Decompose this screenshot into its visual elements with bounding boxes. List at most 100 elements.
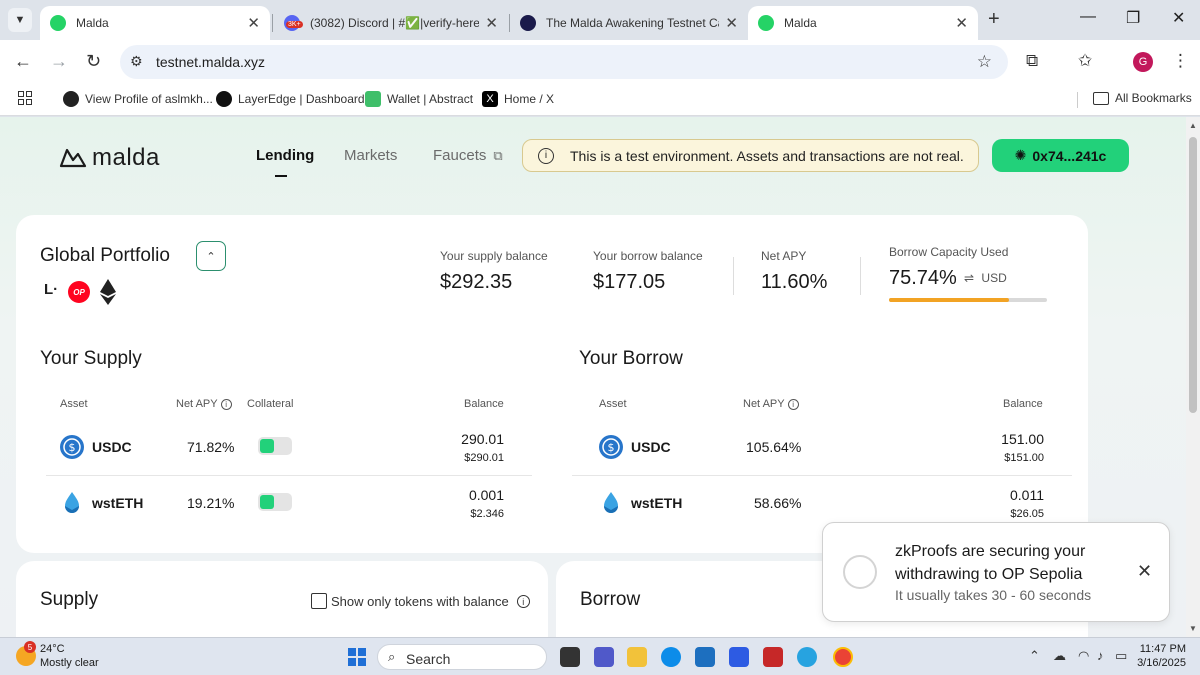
file-explorer-icon[interactable] — [627, 647, 647, 667]
onedrive-icon[interactable]: ☁ — [1053, 648, 1066, 664]
row-divider — [572, 475, 1072, 476]
scrollbar-thumb[interactable] — [1189, 137, 1197, 413]
supply-header-collateral: Collateral — [247, 398, 294, 410]
collateral-toggle[interactable] — [258, 493, 292, 511]
address-bar[interactable]: ⚙ testnet.malda.xyz ☆ — [120, 45, 1008, 79]
page-scrollbar[interactable]: ▲ ▼ — [1186, 117, 1200, 637]
mcafee-icon[interactable] — [763, 647, 783, 667]
tab-close-icon[interactable]: ✕ — [955, 14, 968, 32]
stat-divider — [733, 257, 734, 295]
taskbar-search[interactable]: ⌕ Search — [377, 644, 547, 670]
tab-malda-awakening[interactable]: The Malda Awakening Testnet Car ✕ — [510, 6, 748, 40]
bookmarks-list-icon[interactable]: ✩ — [1078, 51, 1092, 71]
telegram-icon[interactable] — [797, 647, 817, 667]
asset-balance: 151.00 — [1001, 431, 1044, 447]
chevrons-up-icon: ⌃ — [206, 250, 216, 263]
tab-malda-2[interactable]: Malda ✕ — [748, 6, 978, 40]
bookmark-x-home[interactable]: X Home / X — [482, 91, 554, 107]
row-divider — [46, 475, 532, 476]
show-balance-checkbox[interactable] — [311, 593, 327, 609]
app-icon[interactable] — [729, 647, 749, 667]
system-clock[interactable]: 11:47 PM 3/16/2025 — [1130, 643, 1186, 669]
nav-faucets-label: Faucets — [433, 147, 487, 164]
site-info-icon[interactable]: ⚙ — [130, 53, 143, 70]
info-icon[interactable]: i — [516, 594, 530, 608]
window-close-icon[interactable]: ✕ — [1172, 8, 1185, 28]
task-view-icon[interactable] — [560, 647, 580, 667]
asset-name: USDC — [631, 439, 671, 455]
borrow-header-balance: Balance — [1003, 398, 1043, 410]
x-favicon-icon: X — [482, 91, 498, 107]
tab-divider — [272, 14, 273, 32]
supply-header-apy: Net APY i — [176, 398, 232, 410]
tab-close-icon[interactable]: ✕ — [725, 14, 738, 32]
malda-logo[interactable]: malda — [58, 144, 160, 172]
borrow-capacity-bar — [889, 298, 1047, 302]
tab-close-icon[interactable]: ✕ — [247, 14, 260, 32]
bookmark-layeredge[interactable]: LayerEdge | Dashboard — [216, 91, 365, 107]
show-balance-filter[interactable]: Show only tokens with balance i — [311, 593, 530, 609]
profile-avatar[interactable]: G — [1133, 52, 1153, 72]
extensions-icon[interactable]: ⧉ — [1026, 51, 1038, 71]
restore-icon[interactable]: ❐ — [1126, 8, 1140, 28]
asset-apy: 19.21% — [187, 495, 235, 511]
battery-icon[interactable]: ▭ — [1115, 648, 1127, 664]
asset-apy: 58.66% — [754, 495, 802, 511]
teams-icon[interactable] — [594, 647, 614, 667]
url-text[interactable]: testnet.malda.xyz — [156, 54, 265, 70]
wallet-button[interactable]: ✺ 0x74...241c — [992, 139, 1129, 172]
info-icon[interactable]: i — [220, 399, 232, 410]
volume-icon[interactable]: ♪ — [1097, 648, 1104, 663]
bookmark-abstract-wallet[interactable]: Wallet | Abstract — [365, 91, 473, 107]
supply-title: Supply — [40, 589, 99, 610]
borrow-title: Borrow — [580, 589, 641, 610]
toast-close-icon[interactable]: ✕ — [1137, 561, 1152, 582]
collateral-toggle[interactable] — [258, 437, 292, 455]
nav-lending[interactable]: Lending — [256, 147, 314, 164]
chrome-icon[interactable] — [833, 647, 853, 667]
collapse-button[interactable]: ⌃ — [196, 241, 226, 271]
svg-text:$: $ — [608, 441, 615, 454]
new-tab-button[interactable]: + — [988, 8, 1000, 31]
malda-app-page: malda Lending Markets Faucets ⧉ i This i… — [0, 117, 1186, 637]
minimize-icon[interactable]: — — [1080, 8, 1096, 26]
your-borrow-title: Your Borrow — [579, 348, 683, 369]
windows-start-icon[interactable] — [348, 648, 366, 666]
store-icon[interactable] — [695, 647, 715, 667]
reload-icon[interactable]: ↻ — [86, 51, 101, 72]
asset-balance: 290.01 — [461, 431, 504, 447]
tray-chevron-icon[interactable]: ⌃ — [1029, 648, 1040, 664]
bookmark-label: View Profile of aslmkh... — [85, 92, 213, 106]
scroll-up-icon[interactable]: ▲ — [1189, 121, 1197, 130]
clock-date: 3/16/2025 — [1137, 657, 1186, 669]
info-icon[interactable]: i — [787, 399, 799, 410]
back-icon[interactable]: ← — [14, 51, 32, 72]
asset-name: wstETH — [92, 495, 144, 511]
tab-close-icon[interactable]: ✕ — [485, 14, 498, 32]
tab-title: The Malda Awakening Testnet Car — [546, 16, 720, 30]
tab-title: Malda — [76, 16, 109, 30]
show-balance-label: Show only tokens with balance — [331, 593, 509, 609]
menu-dots-icon[interactable]: ⋮ — [1172, 51, 1189, 71]
borrow-header-asset: Asset — [599, 398, 627, 410]
borrow-balance-value: $177.05 — [593, 271, 666, 293]
edge-icon[interactable] — [661, 647, 681, 667]
currency-toggle[interactable]: ⇌ USD — [964, 271, 1007, 285]
supply-header-apy-label: Net APY — [176, 398, 218, 410]
bookmark-view-profile[interactable]: View Profile of aslmkh... — [63, 91, 213, 107]
apps-grid-icon[interactable] — [18, 91, 32, 105]
tab-malda-1[interactable]: Malda ✕ — [40, 6, 270, 40]
asset-balance-usd: $2.346 — [470, 508, 504, 520]
tab-search-button[interactable]: ▼ — [8, 8, 32, 32]
scroll-down-icon[interactable]: ▼ — [1189, 624, 1197, 633]
bookmark-star-icon[interactable]: ☆ — [977, 52, 992, 72]
asset-balance: 0.011 — [1010, 487, 1044, 503]
nav-markets[interactable]: Markets — [344, 147, 397, 164]
tab-discord[interactable]: 3K+ (3082) Discord | #✅|verify-here | ✕ — [274, 6, 508, 40]
nav-faucets[interactable]: Faucets ⧉ — [433, 147, 503, 164]
usdc-icon: $ — [60, 435, 84, 459]
portfolio-title: Global Portfolio — [40, 245, 170, 266]
wifi-icon[interactable]: ◠ — [1078, 648, 1089, 664]
all-bookmarks-button[interactable]: All Bookmarks — [1093, 91, 1192, 105]
forward-icon[interactable]: → — [50, 51, 68, 72]
